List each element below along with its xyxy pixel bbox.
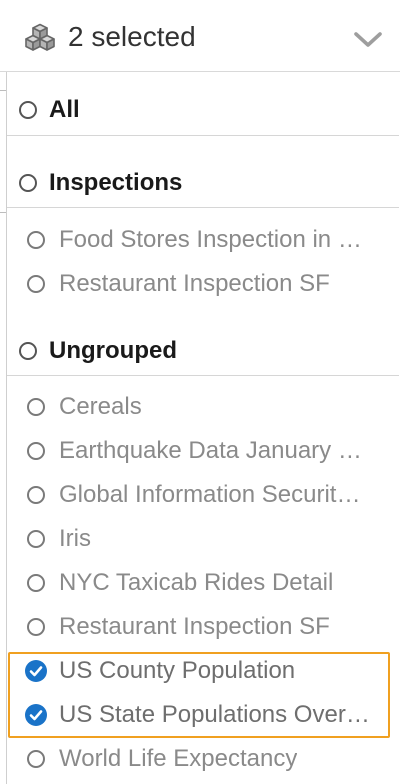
checked-circle-icon[interactable] — [25, 704, 47, 726]
list-item-label: Restaurant Inspection SF — [59, 270, 330, 297]
radio-icon[interactable] — [27, 398, 45, 416]
selection-summary: 2 selected — [68, 21, 196, 52]
list-item-label: World Life Expectancy — [59, 745, 298, 772]
list-item[interactable]: Restaurant Inspection SF — [7, 262, 399, 306]
list-item[interactable]: Earthquake Data January … — [7, 429, 399, 473]
group-header-ungrouped[interactable]: Ungrouped — [7, 329, 399, 373]
dataset-multiselect: 2 selected All Inspections Food Stores I… — [0, 0, 400, 784]
list-item[interactable]: Restaurant Inspection SF — [7, 605, 399, 649]
list-item-label: Global Information Securit… — [59, 481, 361, 508]
divider — [0, 90, 6, 91]
list-item-label: Restaurant Inspection SF — [59, 613, 330, 640]
list-item-label: Iris — [59, 525, 91, 552]
radio-icon[interactable] — [27, 486, 45, 504]
list-item[interactable]: Global Information Securit… — [7, 473, 399, 517]
divider — [7, 135, 399, 136]
chevron-down-icon[interactable] — [352, 28, 384, 50]
radio-icon[interactable] — [27, 275, 45, 293]
list-item-label: Cereals — [59, 393, 142, 420]
option-all-label: All — [49, 96, 80, 123]
group-label: Ungrouped — [49, 337, 177, 364]
list-item-label: Food Stores Inspection in … — [59, 226, 362, 253]
group-label: Inspections — [49, 169, 183, 196]
radio-icon[interactable] — [19, 174, 37, 192]
radio-icon[interactable] — [19, 342, 37, 360]
list-item-label: US County Population — [59, 657, 296, 684]
list-item[interactable]: Iris — [7, 517, 399, 561]
list-item[interactable]: Food Stores Inspection in … — [7, 218, 399, 262]
dataset-cubes-icon — [25, 23, 55, 51]
radio-icon[interactable] — [19, 101, 37, 119]
dataset-select-trigger[interactable]: 2 selected — [0, 0, 400, 72]
list-item[interactable]: NYC Taxicab Rides Detail — [7, 561, 399, 605]
list-item[interactable]: World Life Expectancy — [7, 737, 399, 781]
list-item[interactable]: Cereals — [7, 385, 399, 429]
divider — [7, 207, 399, 208]
radio-icon[interactable] — [27, 530, 45, 548]
list-item-selected[interactable]: US State Populations Over… — [7, 693, 399, 737]
list-item-label: NYC Taxicab Rides Detail — [59, 569, 334, 596]
radio-icon[interactable] — [27, 574, 45, 592]
group-header-inspections[interactable]: Inspections — [7, 161, 399, 205]
list-item-selected[interactable]: US County Population — [7, 649, 399, 693]
radio-icon[interactable] — [27, 231, 45, 249]
list-item-label: US State Populations Over… — [59, 701, 370, 728]
option-all[interactable]: All — [7, 88, 399, 132]
radio-icon[interactable] — [27, 750, 45, 768]
radio-icon[interactable] — [27, 618, 45, 636]
checked-circle-icon[interactable] — [25, 660, 47, 682]
divider — [7, 375, 399, 376]
radio-icon[interactable] — [27, 442, 45, 460]
dataset-options-panel: All Inspections Food Stores Inspection i… — [6, 72, 400, 784]
divider — [0, 212, 6, 213]
list-item-label: Earthquake Data January … — [59, 437, 362, 464]
